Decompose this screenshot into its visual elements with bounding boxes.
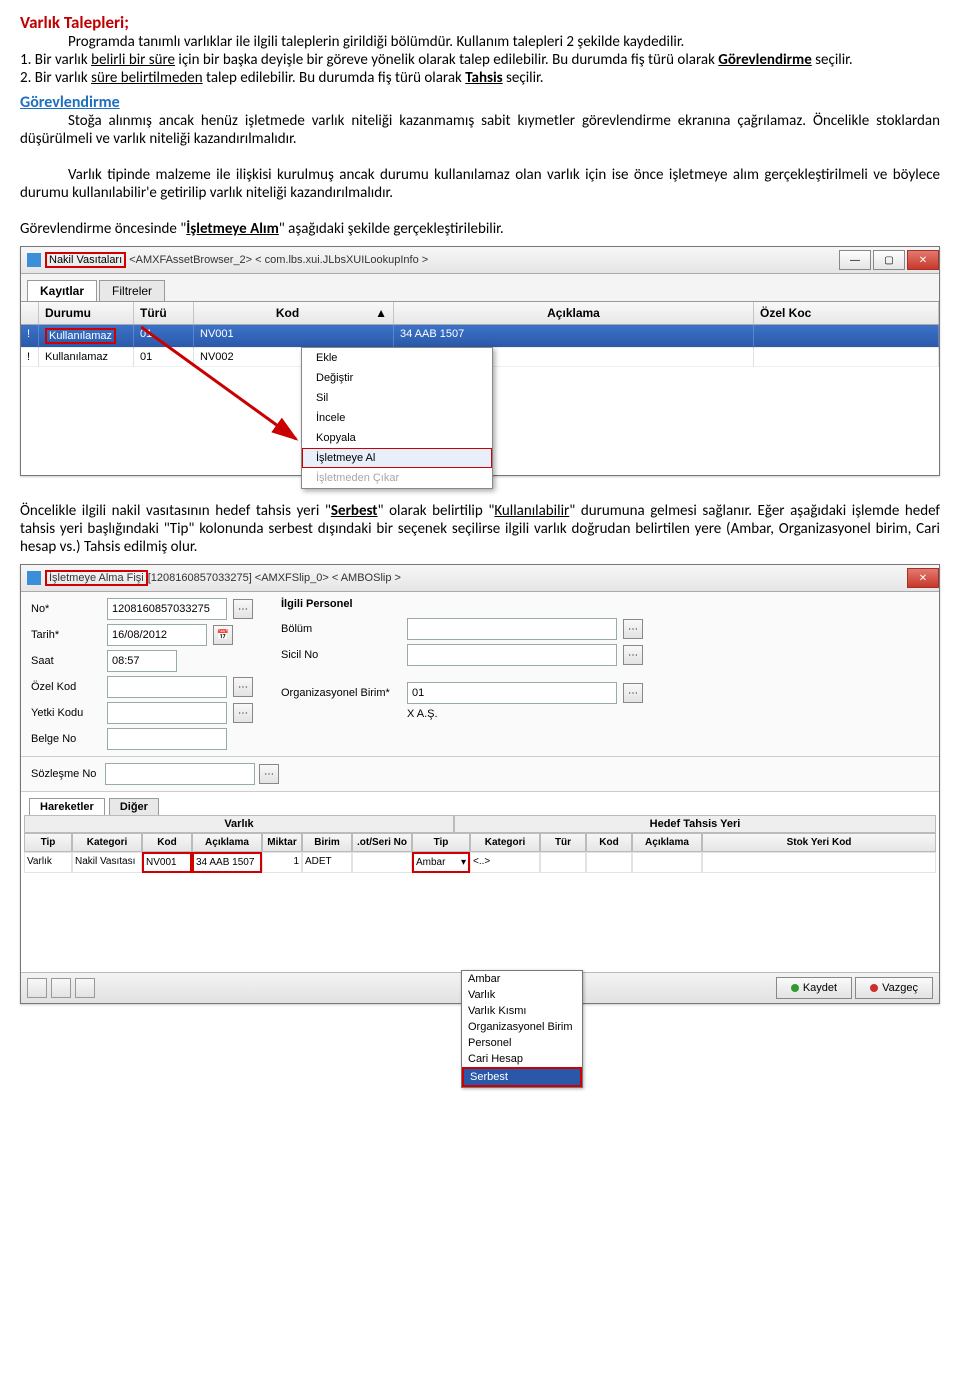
tab-filtreler[interactable]: Filtreler xyxy=(99,280,165,301)
paragraph-intro: Programda tanımlı varlıklar ile ilgili t… xyxy=(20,33,940,51)
context-menu: Ekle Değiştir Sil İncele Kopyala İşletme… xyxy=(301,347,493,489)
label-bolum: Bölüm xyxy=(281,623,401,635)
close-button[interactable]: ✕ xyxy=(907,250,939,270)
title: Varlık Talepleri; xyxy=(20,12,129,33)
lookup-icon[interactable]: ⋯ xyxy=(623,683,643,703)
org-name: X A.Ş. xyxy=(407,708,438,720)
col-ozelkod[interactable]: Özel Koc xyxy=(754,302,939,324)
lookup-icon[interactable]: ⋯ xyxy=(259,764,279,784)
footer-icon[interactable] xyxy=(75,978,95,998)
label-saat: Saat xyxy=(31,655,101,667)
grid-header-group: Varlık Hedef Tahsis Yeri xyxy=(24,815,936,833)
paragraph-3: Varlık tipinde malzeme ile ilişkisi kuru… xyxy=(20,166,940,202)
label-tarih: Tarih* xyxy=(31,629,101,641)
title-highlight: Nakil Vasıtaları xyxy=(45,252,126,268)
lookup-icon[interactable]: ⋯ xyxy=(623,645,643,665)
list-item-1: 1. Bir varlık belirli bir süre için bir … xyxy=(20,51,940,69)
menu-ekle[interactable]: Ekle xyxy=(302,348,492,368)
window-asset-browser: Nakil Vasıtaları <AMXFAssetBrowser_2> < … xyxy=(20,246,940,476)
col-aciklama[interactable]: Açıklama xyxy=(394,302,754,324)
label-yetki: Yetki Kodu xyxy=(31,707,101,719)
title-rest: <AMXFAssetBrowser_2> < com.lbs.xui.JLbsX… xyxy=(126,254,428,266)
col-kod[interactable]: Kod ▲ xyxy=(194,302,394,324)
label-sozlesme: Sözleşme No xyxy=(31,768,101,780)
input-org[interactable] xyxy=(407,682,617,704)
lookup-icon[interactable]: ⋯ xyxy=(233,599,253,619)
tab-kayitlar[interactable]: Kayıtlar xyxy=(27,280,97,301)
form-area: No* ⋯ Tarih* 📅 Saat Özel Kod ⋯ Yetki Kod… xyxy=(21,592,939,757)
label-sicil: Sicil No xyxy=(281,649,401,661)
cell-aciklama: 34 AAB 1507 xyxy=(192,852,262,873)
menu-kopyala[interactable]: Kopyala xyxy=(302,428,492,448)
menu-degistir[interactable]: Değiştir xyxy=(302,368,492,388)
col-durumu[interactable]: Durumu xyxy=(39,302,134,324)
menu-isletmeden-cikar: İşletmeden Çıkar xyxy=(302,468,492,488)
paragraph-5: Öncelikle ilgili nakil vasıtasının hedef… xyxy=(20,502,940,556)
paragraph-2: Stoğa alınmış ancak henüz işletmede varl… xyxy=(20,112,940,148)
menu-sil[interactable]: Sil xyxy=(302,388,492,408)
list-item-2: 2. Bir varlık süre belirtilmeden talep e… xyxy=(20,69,940,87)
input-bolum[interactable] xyxy=(407,618,617,640)
dd-varlik[interactable]: Varlık xyxy=(462,987,582,1003)
close-button[interactable]: ✕ xyxy=(907,568,939,588)
table-row[interactable]: Varlık Nakil Vasıtası NV001 34 AAB 1507 … xyxy=(24,852,936,873)
col-turu[interactable]: Türü xyxy=(134,302,194,324)
dropdown-tahsis-tip: Ambar Varlık Varlık Kısmı Organizasyonel… xyxy=(461,970,583,1088)
footer-icon[interactable] xyxy=(51,978,71,998)
section-personel: İlgili Personel xyxy=(281,598,643,610)
window-slip: İşletmeye Alma Fişi[1208160857033275] <A… xyxy=(20,564,940,1004)
cancel-button[interactable]: Vazgeç xyxy=(855,977,933,999)
label-no: No* xyxy=(31,603,101,615)
lookup-icon[interactable]: ⋯ xyxy=(233,703,253,723)
titlebar: İşletmeye Alma Fişi[1208160857033275] <A… xyxy=(21,565,939,592)
cell-hedef-tip[interactable]: Ambar ▾ xyxy=(412,852,470,873)
title-highlight: İşletmeye Alma Fişi xyxy=(45,570,148,586)
grid-header: Tip Kategori Kod Açıklama Miktar Birim .… xyxy=(24,833,936,852)
calendar-icon[interactable]: 📅 xyxy=(213,625,233,645)
grid-header: Durumu Türü Kod ▲ Açıklama Özel Koc xyxy=(21,302,939,325)
dd-varlik-kismi[interactable]: Varlık Kısmı xyxy=(462,1003,582,1019)
tabs: Kayıtlar Filtreler xyxy=(21,274,939,302)
input-no[interactable] xyxy=(107,598,227,620)
input-saat[interactable] xyxy=(107,650,177,672)
dd-serbest[interactable]: Serbest xyxy=(462,1067,582,1087)
grid-body: ! Kullanılamaz 01 NV001 34 AAB 1507 ! Ku… xyxy=(21,325,939,475)
input-ozelkod[interactable] xyxy=(107,676,227,698)
table-row[interactable]: ! Kullanılamaz 01 NV001 34 AAB 1507 xyxy=(21,325,939,348)
input-yetki[interactable] xyxy=(107,702,227,724)
app-icon xyxy=(27,253,41,267)
title-rest: [1208160857033275] <AMXFSlip_0> < AMBOSl… xyxy=(148,572,401,584)
save-button[interactable]: Kaydet xyxy=(776,977,852,999)
section-heading: Görevlendirme xyxy=(20,93,120,112)
dd-personel[interactable]: Personel xyxy=(462,1035,582,1051)
check-icon xyxy=(791,984,799,992)
maximize-button[interactable]: ▢ xyxy=(873,250,905,270)
input-sicil[interactable] xyxy=(407,644,617,666)
menu-isletmeye-al[interactable]: İşletmeye Al xyxy=(302,448,492,468)
dd-cari-hesap[interactable]: Cari Hesap xyxy=(462,1051,582,1067)
dd-org-birim[interactable]: Organizasyonel Birim xyxy=(462,1019,582,1035)
sozlesme-row: Sözleşme No ⋯ xyxy=(21,757,939,792)
cancel-icon xyxy=(870,984,878,992)
paragraph-4: Görevlendirme öncesinde "İşletmeye Alım"… xyxy=(20,220,940,238)
dd-ambar[interactable]: Ambar xyxy=(462,971,582,987)
input-belge[interactable] xyxy=(107,728,227,750)
tab-hareketler[interactable]: Hareketler xyxy=(29,798,105,815)
lookup-icon[interactable]: ⋯ xyxy=(623,619,643,639)
app-icon xyxy=(27,571,41,585)
titlebar: Nakil Vasıtaları <AMXFAssetBrowser_2> < … xyxy=(21,247,939,274)
menu-incele[interactable]: İncele xyxy=(302,408,492,428)
label-org: Organizasyonel Birim* xyxy=(281,687,401,699)
label-ozelkod: Özel Kod xyxy=(31,681,101,693)
input-sozlesme[interactable] xyxy=(105,763,255,785)
lookup-icon[interactable]: ⋯ xyxy=(233,677,253,697)
minimize-button[interactable]: — xyxy=(839,250,871,270)
cell-kod: NV001 xyxy=(142,852,192,873)
tab-diger[interactable]: Diğer xyxy=(109,798,159,815)
input-tarih[interactable] xyxy=(107,624,207,646)
label-belge: Belge No xyxy=(31,733,101,745)
footer-icon[interactable] xyxy=(27,978,47,998)
